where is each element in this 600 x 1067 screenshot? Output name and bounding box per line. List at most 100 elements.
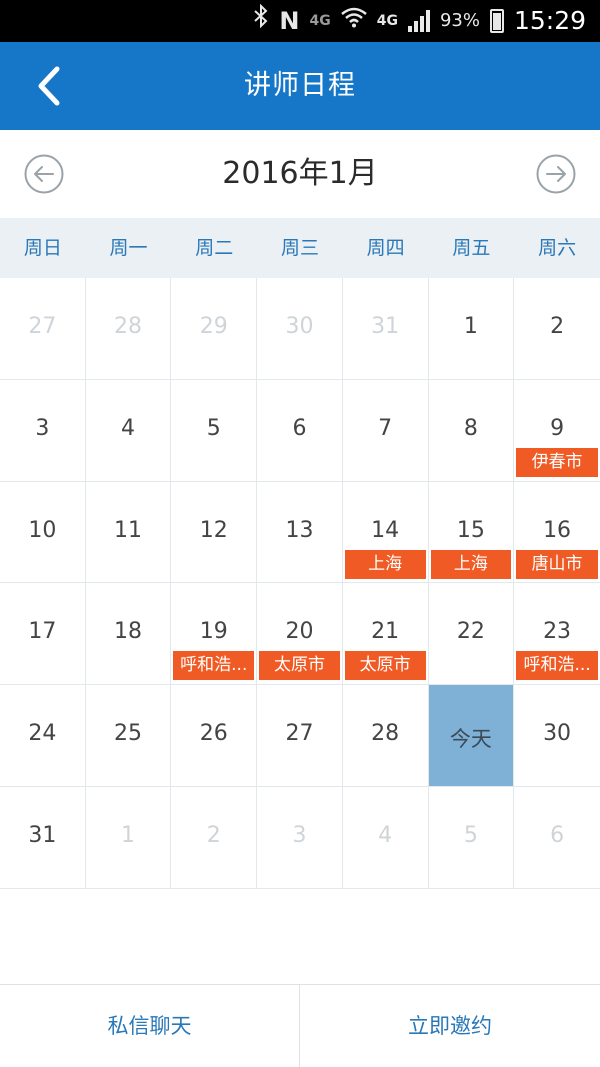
next-month-button[interactable]	[535, 153, 577, 195]
day-cell[interactable]: 29	[171, 278, 258, 380]
day-number: 5	[463, 822, 478, 848]
event-tag[interactable]: 上海	[344, 549, 426, 579]
day-number: 5	[206, 415, 221, 441]
event-tag[interactable]: 上海	[430, 549, 512, 579]
event-tag[interactable]: 呼和浩...	[173, 651, 255, 681]
page-title: 讲师日程	[244, 70, 356, 101]
private-chat-button[interactable]: 私信聊天	[0, 985, 300, 1067]
day-number: 25	[114, 721, 143, 747]
day-cell[interactable]: 14 上海	[342, 481, 429, 584]
day-number: 2	[550, 314, 565, 339]
day-cell[interactable]: 9 伊春市	[514, 380, 600, 482]
day-number: 4	[121, 415, 136, 441]
day-cell[interactable]: 30	[257, 278, 343, 380]
network-4g-small-label: 4G	[309, 13, 331, 29]
weekday-fri: 周五	[452, 237, 491, 259]
day-cell[interactable]: 3	[0, 379, 86, 482]
day-cell[interactable]: 31	[0, 786, 86, 889]
day-cell[interactable]: 5	[428, 786, 515, 889]
day-number: 4	[378, 822, 393, 848]
invite-now-button[interactable]: 立即邀约	[300, 985, 600, 1067]
day-cell[interactable]: 28	[85, 278, 172, 380]
day-number: 31	[28, 822, 57, 848]
day-cell[interactable]: 24	[0, 685, 86, 787]
month-title: 2016年1月	[222, 156, 378, 191]
day-number: 2	[206, 822, 221, 848]
day-cell[interactable]: 19 呼和浩...	[171, 583, 258, 686]
day-cell[interactable]: 8	[428, 379, 515, 482]
day-number: 28	[371, 721, 400, 747]
day-number: 29	[199, 314, 228, 339]
day-cell[interactable]: 12	[171, 481, 258, 584]
event-tag[interactable]: 唐山市	[516, 549, 598, 579]
week-row: 3 4 5 6 7 8 9 伊春市	[0, 379, 600, 482]
day-cell[interactable]: 7	[342, 379, 429, 482]
day-number: 今天	[449, 727, 492, 752]
day-number: 22	[456, 619, 485, 645]
day-cell[interactable]: 23 呼和浩...	[514, 583, 600, 686]
event-tag[interactable]: 伊春市	[516, 447, 598, 477]
day-number: 10	[28, 517, 57, 543]
day-number: 28	[114, 314, 143, 339]
day-cell[interactable]: 6	[514, 787, 600, 889]
day-cell[interactable]: 26	[171, 685, 258, 787]
day-number: 31	[371, 314, 400, 339]
weekday-mon: 周一	[109, 237, 148, 259]
day-number: 6	[550, 822, 565, 848]
day-number: 15	[456, 517, 485, 543]
day-cell[interactable]: 16 唐山市	[514, 482, 600, 584]
day-cell-today[interactable]: 今天	[428, 685, 515, 787]
day-number: 12	[199, 517, 228, 543]
day-cell[interactable]: 27	[257, 685, 343, 787]
signal-icon	[407, 10, 430, 32]
week-row: 10 11 12 13 14 上海 15 上海 16 唐山市	[0, 481, 600, 584]
day-cell[interactable]: 21 太原市	[342, 583, 429, 686]
day-cell[interactable]: 25	[85, 685, 172, 787]
week-row: 27 28 29 30 31 1 2	[0, 278, 600, 380]
status-icons: N 4G 4G 93% 15:29	[253, 0, 586, 42]
day-number: 19	[199, 619, 228, 645]
week-row: 17 18 19 呼和浩... 20 太原市 21 太原市 22 23 呼和浩...	[0, 583, 600, 686]
event-tag[interactable]: 太原市	[259, 651, 340, 681]
day-cell[interactable]: 2	[171, 786, 258, 889]
day-cell[interactable]: 13	[257, 481, 343, 584]
day-cell[interactable]: 3	[257, 786, 343, 889]
calendar-grid: 27 28 29 30 31 1 2 3 4 5 6 7 8 9 伊春市 10 11 12 13 14 上海 15 上海 16…	[0, 278, 600, 889]
day-cell[interactable]: 6	[257, 379, 343, 482]
day-cell[interactable]: 28	[342, 685, 429, 787]
day-cell[interactable]: 5	[171, 379, 258, 482]
day-number: 18	[114, 619, 143, 645]
day-number: 17	[28, 619, 57, 645]
day-number: 3	[292, 822, 307, 848]
network-4g-label: 4G	[376, 13, 398, 29]
day-cell[interactable]: 20 太原市	[257, 583, 343, 686]
nfc-icon: N	[279, 7, 300, 35]
day-cell[interactable]: 31	[342, 278, 429, 380]
day-cell[interactable]: 18	[85, 583, 172, 686]
day-cell[interactable]: 11	[85, 481, 172, 584]
day-cell[interactable]: 15 上海	[428, 481, 515, 584]
week-row: 24 25 26 27 28 今天 30	[0, 685, 600, 787]
day-cell[interactable]: 4	[85, 379, 172, 482]
day-cell[interactable]: 4	[342, 786, 429, 889]
status-bar: N 4G 4G 93% 15:29	[0, 0, 600, 42]
app-header: 讲师日程	[0, 42, 600, 130]
day-cell[interactable]: 27	[0, 278, 86, 380]
day-cell[interactable]: 22	[428, 583, 515, 686]
day-cell[interactable]: 10	[0, 481, 86, 584]
day-cell[interactable]: 1	[428, 278, 515, 380]
day-cell[interactable]: 30	[514, 685, 600, 787]
day-cell[interactable]: 1	[85, 786, 172, 889]
bottom-action-bar: 私信聊天 立即邀约	[0, 984, 600, 1067]
week-row: 31 1 2 3 4 5 6	[0, 786, 600, 889]
day-cell[interactable]: 17	[0, 583, 86, 686]
weekday-sun: 周日	[23, 237, 62, 259]
clock: 15:29	[513, 6, 586, 35]
event-tag[interactable]: 太原市	[344, 651, 426, 681]
day-number: 24	[28, 721, 57, 747]
day-number: 27	[285, 721, 314, 747]
day-number: 26	[199, 721, 228, 747]
day-cell[interactable]: 2	[514, 278, 600, 380]
weekday-thu: 周四	[366, 237, 405, 259]
event-tag[interactable]: 呼和浩...	[516, 651, 598, 681]
